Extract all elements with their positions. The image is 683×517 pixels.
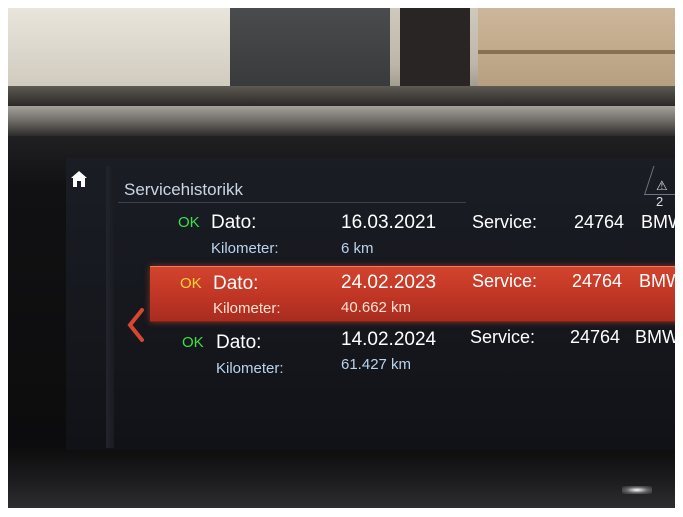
bezel-bottom bbox=[8, 448, 675, 508]
service-code: 24764 bbox=[572, 271, 623, 291]
km-label: Kilometer: bbox=[211, 240, 279, 257]
km-label: Kilometer: bbox=[213, 300, 281, 317]
bezel-rim bbox=[8, 106, 675, 136]
infotainment-screen: Servicehistorikk ⚠ 2 OK Dato: Kilometer:… bbox=[66, 158, 675, 450]
light-reflection bbox=[622, 486, 652, 494]
chevron-left-icon[interactable] bbox=[126, 308, 146, 342]
jacket bbox=[400, 8, 470, 86]
background-room bbox=[8, 8, 675, 108]
service-row[interactable]: OK Dato: Kilometer: 16.03.2021 6 km Serv… bbox=[150, 206, 675, 260]
service-brand: BMW bbox=[641, 212, 675, 232]
date-label: Dato: bbox=[213, 273, 259, 294]
warning-badge[interactable]: ⚠ 2 bbox=[656, 178, 675, 209]
service-code: 24764 bbox=[570, 327, 621, 347]
shelf-edge bbox=[478, 50, 675, 54]
service-label: Service: bbox=[472, 212, 538, 232]
service-brand: BMW bbox=[639, 271, 675, 291]
date-label: Dato: bbox=[211, 212, 257, 233]
wall bbox=[8, 8, 230, 93]
date-label: Dato: bbox=[216, 332, 262, 353]
service-date: 14.02.2024 bbox=[341, 329, 437, 350]
home-icon[interactable] bbox=[70, 170, 88, 188]
service-row[interactable]: OK Dato: Kilometer: 14.02.2024 61.427 km… bbox=[150, 324, 675, 378]
service-code: 24764 bbox=[574, 212, 625, 232]
status-ok: OK bbox=[180, 275, 202, 292]
service-date: 24.02.2023 bbox=[341, 272, 437, 293]
service-label: Service: bbox=[472, 271, 538, 291]
shelf bbox=[478, 8, 675, 88]
service-km: 40.662 km bbox=[341, 299, 412, 316]
service-label: Service: bbox=[470, 327, 536, 347]
service-date: 16.03.2021 bbox=[341, 212, 437, 233]
service-brand: BMW bbox=[635, 327, 675, 347]
service-km: 61.427 km bbox=[341, 356, 412, 373]
door bbox=[230, 8, 390, 88]
sidebar-strip bbox=[106, 166, 114, 448]
title-divider bbox=[118, 202, 466, 203]
service-row-selected[interactable]: OK Dato: Kilometer: 24.02.2023 40.662 km… bbox=[150, 266, 675, 322]
page-title: Servicehistorikk bbox=[124, 180, 244, 199]
service-km: 6 km bbox=[341, 240, 374, 257]
photo: Servicehistorikk ⚠ 2 OK Dato: Kilometer:… bbox=[8, 8, 675, 508]
km-label: Kilometer: bbox=[216, 360, 284, 377]
status-ok: OK bbox=[178, 214, 200, 231]
dashboard-top bbox=[8, 86, 675, 108]
status-ok: OK bbox=[182, 334, 204, 351]
